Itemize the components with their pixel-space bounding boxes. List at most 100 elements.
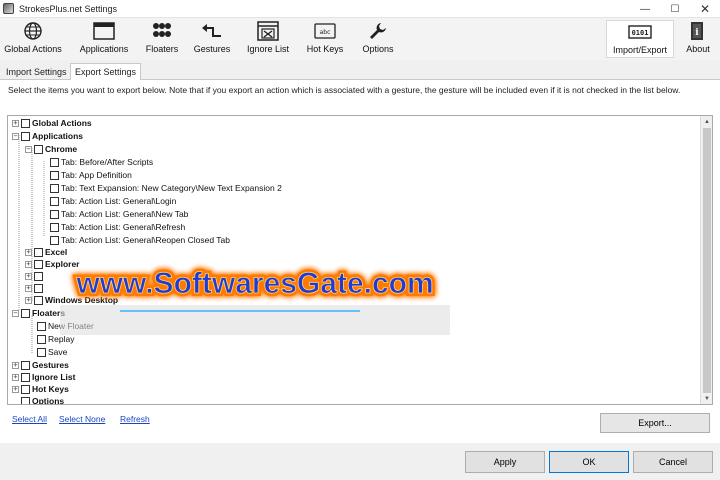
- tree-item-hidden-app-2[interactable]: +: [25, 282, 45, 294]
- scroll-up-icon[interactable]: ▲: [701, 116, 712, 127]
- tree-item-chrome[interactable]: − Chrome: [25, 143, 77, 155]
- tree-label: Windows Desktop: [45, 295, 119, 305]
- expander[interactable]: +: [12, 385, 19, 393]
- tree-item-replay[interactable]: Replay: [37, 333, 74, 345]
- toolbar-about[interactable]: i About: [680, 20, 716, 58]
- checkbox[interactable]: [50, 157, 59, 167]
- checkbox[interactable]: [34, 271, 43, 281]
- checkbox[interactable]: [37, 334, 46, 344]
- tree-label: Tab: Action List: General\Reopen Closed …: [61, 235, 231, 245]
- cancel-button[interactable]: Cancel: [633, 451, 713, 473]
- checkbox[interactable]: [21, 118, 30, 128]
- toolbar-label: Applications: [79, 44, 129, 54]
- checkbox[interactable]: [34, 144, 43, 154]
- export-button[interactable]: Export...: [600, 413, 710, 433]
- checkbox[interactable]: [21, 372, 30, 382]
- checkbox[interactable]: [21, 308, 30, 318]
- tree-label: Options: [32, 396, 65, 405]
- tree-item-tab-action-login[interactable]: Tab: Action List: General\Login: [50, 195, 176, 207]
- tree-item-applications[interactable]: − Applications: [12, 130, 83, 142]
- close-button[interactable]: ✕: [690, 0, 720, 18]
- checkbox[interactable]: [50, 196, 59, 206]
- tree-item-explorer[interactable]: + Explorer: [25, 258, 80, 270]
- scroll-down-icon[interactable]: ▼: [701, 393, 712, 404]
- tree-item-new-floater[interactable]: New Floater: [37, 320, 94, 332]
- tab-export-settings[interactable]: Export Settings: [70, 63, 142, 81]
- checkbox[interactable]: [34, 259, 43, 269]
- minimize-button[interactable]: —: [630, 0, 660, 18]
- checkbox[interactable]: [50, 209, 59, 219]
- checkbox[interactable]: [37, 347, 46, 357]
- title-bar: StrokesPlus.net Settings — ☐ ✕: [0, 0, 720, 18]
- checkbox[interactable]: [21, 396, 30, 404]
- info-book-icon: i: [685, 20, 711, 42]
- expander[interactable]: +: [12, 373, 19, 381]
- checkbox[interactable]: [34, 295, 43, 305]
- checkbox[interactable]: [34, 283, 43, 293]
- maximize-button[interactable]: ☐: [660, 0, 690, 18]
- expander[interactable]: −: [12, 309, 19, 317]
- tree-item-tab-action-refresh[interactable]: Tab: Action List: General\Refresh: [50, 221, 185, 233]
- select-none-link[interactable]: Select None: [59, 414, 105, 424]
- tree-item-hot-keys[interactable]: + Hot Keys: [12, 383, 69, 395]
- toolbar-gestures[interactable]: Gestures: [190, 20, 234, 58]
- tree-item-save[interactable]: Save: [37, 346, 67, 358]
- expander[interactable]: +: [25, 248, 32, 256]
- expander[interactable]: +: [25, 296, 32, 304]
- tree-item-options[interactable]: Options: [21, 395, 65, 405]
- checkbox[interactable]: [50, 170, 59, 180]
- checkbox[interactable]: [21, 384, 30, 394]
- toolbar-hot-keys[interactable]: abc Hot Keys: [303, 20, 347, 58]
- toolbar-label: Options: [362, 44, 394, 54]
- tree-label: Tab: Text Expansion: New Category\New Te…: [61, 183, 282, 193]
- tab-import-settings[interactable]: Import Settings: [2, 64, 71, 80]
- export-tree[interactable]: + Global Actions − Applications − Chrome…: [7, 115, 713, 405]
- tree-label: Tab: Action List: General\Refresh: [61, 222, 186, 232]
- ok-button[interactable]: OK: [549, 451, 629, 473]
- tree-item-tab-before-after-scripts[interactable]: Tab: Before/After Scripts: [50, 156, 153, 168]
- expander[interactable]: +: [25, 284, 32, 292]
- expander[interactable]: +: [12, 361, 19, 369]
- dialog-footer: Apply OK Cancel: [0, 443, 720, 480]
- expander[interactable]: +: [25, 260, 32, 268]
- toolbar-options[interactable]: Options: [356, 20, 400, 58]
- expander[interactable]: +: [12, 119, 19, 127]
- tree-label: Floaters: [32, 308, 66, 318]
- tree-item-tab-app-definition[interactable]: Tab: App Definition: [50, 169, 132, 181]
- tree-item-floaters[interactable]: − Floaters: [12, 307, 65, 319]
- tree-item-global-actions[interactable]: + Global Actions: [12, 117, 92, 129]
- tree-item-hidden-app-1[interactable]: +: [25, 270, 45, 282]
- tree-label: Applications: [32, 131, 84, 141]
- window-controls: — ☐ ✕: [630, 0, 720, 18]
- checkbox[interactable]: [21, 360, 30, 370]
- checkbox[interactable]: [50, 183, 59, 193]
- gesture-arrow-icon: [199, 20, 225, 42]
- refresh-link[interactable]: Refresh: [120, 414, 150, 424]
- select-all-link[interactable]: Select All: [12, 414, 47, 424]
- tree-item-tab-action-new-tab[interactable]: Tab: Action List: General\New Tab: [50, 208, 188, 220]
- toolbar-import-export[interactable]: 0101 Import/Export: [606, 20, 674, 58]
- tree-item-tab-text-expansion[interactable]: Tab: Text Expansion: New Category\New Te…: [50, 182, 282, 194]
- expander[interactable]: +: [25, 272, 32, 280]
- tree-label: New Floater: [48, 321, 94, 331]
- expander[interactable]: −: [12, 132, 19, 140]
- scroll-thumb[interactable]: [703, 128, 711, 393]
- checkbox[interactable]: [50, 222, 59, 232]
- window-icon: [91, 20, 117, 42]
- toolbar-floaters[interactable]: Floaters: [140, 20, 184, 58]
- tree-item-windows-desktop[interactable]: + Windows Desktop: [25, 294, 118, 306]
- tree-item-gestures[interactable]: + Gestures: [12, 359, 69, 371]
- tree-item-ignore-list[interactable]: + Ignore List: [12, 371, 75, 383]
- tree-item-excel[interactable]: + Excel: [25, 246, 67, 258]
- checkbox[interactable]: [37, 321, 46, 331]
- checkbox[interactable]: [21, 131, 30, 141]
- checkbox[interactable]: [34, 247, 43, 257]
- toolbar-ignore-list[interactable]: Ignore List: [244, 20, 292, 58]
- expander[interactable]: −: [25, 145, 32, 153]
- tree-item-tab-action-reopen-closed-tab[interactable]: Tab: Action List: General\Reopen Closed …: [50, 234, 230, 246]
- toolbar-global-actions[interactable]: Global Actions: [2, 20, 64, 58]
- tree-scrollbar[interactable]: ▲ ▼: [700, 116, 712, 404]
- checkbox[interactable]: [50, 235, 59, 245]
- apply-button[interactable]: Apply: [465, 451, 545, 473]
- toolbar-applications[interactable]: Applications: [74, 20, 134, 58]
